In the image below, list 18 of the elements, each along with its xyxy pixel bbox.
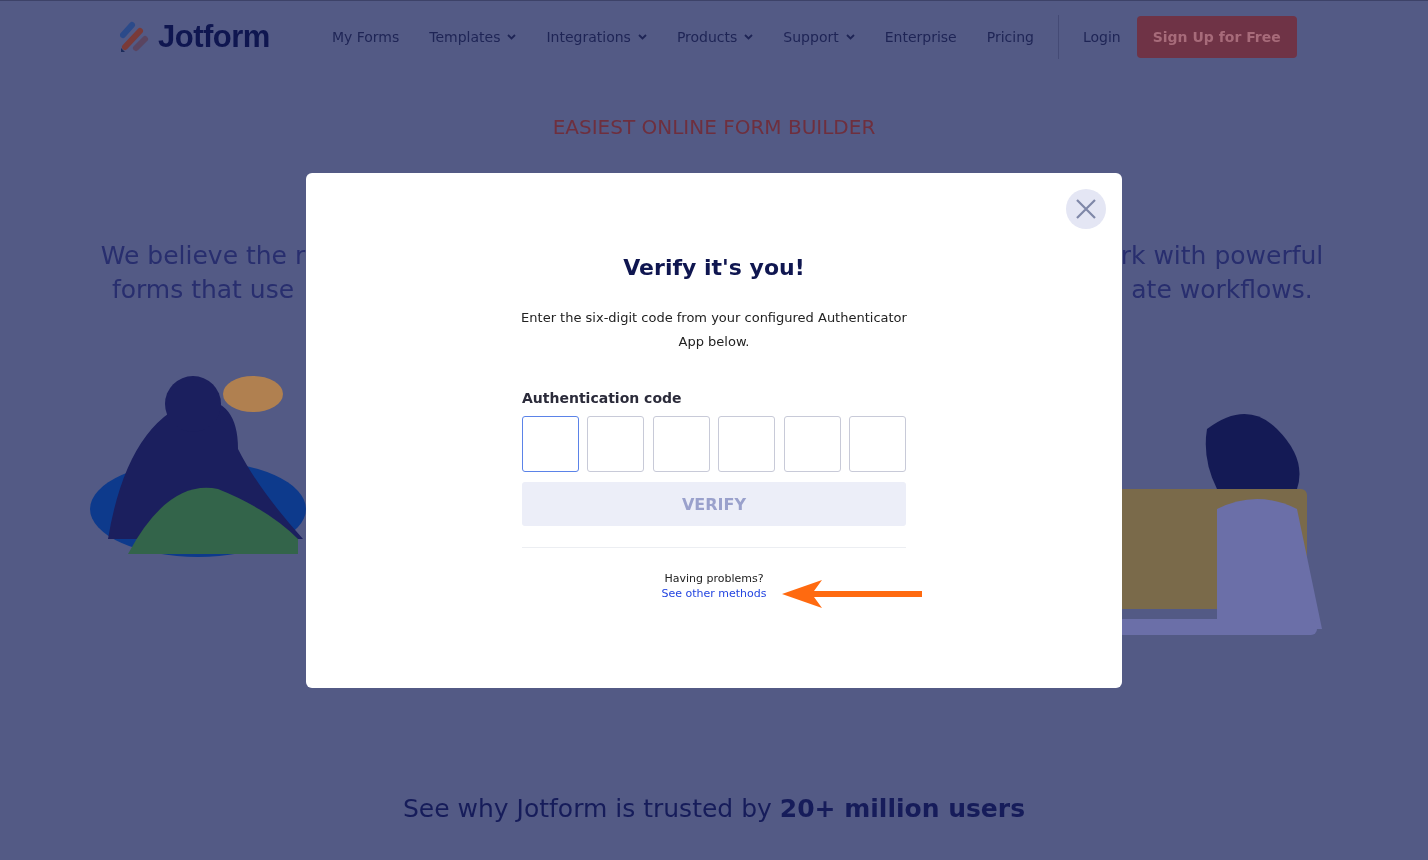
dialog-description: Enter the six-digit code from your configured Authenticator App below. [520, 309, 908, 351]
close-icon[interactable] [1066, 189, 1106, 229]
code-input-field[interactable] [848, 416, 906, 472]
trust-heading: See why Jotform is trusted by 20+ million users [401, 794, 1027, 823]
code-input-field[interactable] [522, 416, 579, 472]
signup-button[interactable]: Sign Up for Free [1136, 15, 1297, 58]
code-input-field[interactable] [718, 416, 776, 472]
code-input-field[interactable] [783, 416, 841, 472]
brand-name[interactable]: Jotform [158, 18, 270, 55]
field-label: Authentication code [522, 390, 683, 406]
other-methods-link[interactable]: See other methods [661, 587, 767, 600]
hero-eyebrow: EASIEST ONLINE FORM BUILDER [551, 115, 877, 139]
dialog-title: Verify it's you! [623, 255, 805, 280]
help-text: Having problems? [663, 572, 765, 585]
code-input-field[interactable] [652, 416, 710, 472]
logo-icon[interactable] [120, 20, 150, 53]
arrow-icon [782, 578, 924, 610]
code-input-field[interactable] [587, 416, 645, 472]
